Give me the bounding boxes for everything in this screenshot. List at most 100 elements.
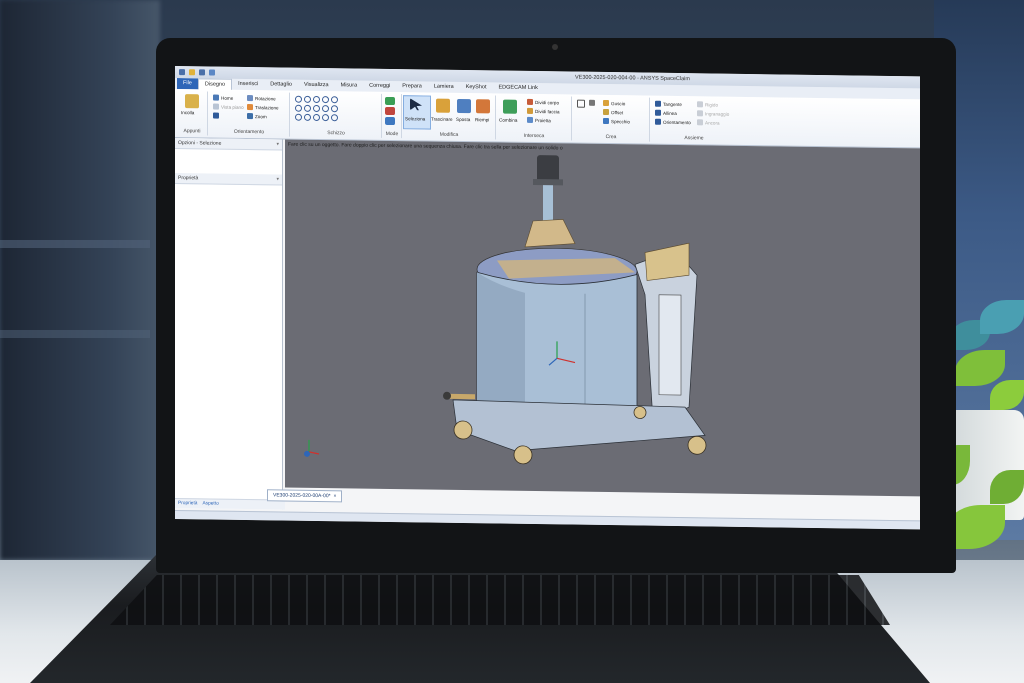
translate-button[interactable]: Traslazione — [247, 104, 279, 111]
offset-label: Offset — [611, 109, 624, 115]
project-icon[interactable] — [331, 114, 338, 122]
shell-icon — [603, 99, 609, 107]
tab-appearance[interactable]: Aspetto — [202, 499, 218, 508]
home-button[interactable]: Home — [213, 94, 233, 101]
anchor-label: Ancora — [705, 119, 720, 126]
arc-icon[interactable] — [313, 95, 320, 104]
ellipse-icon[interactable] — [304, 104, 311, 112]
home-icon — [213, 94, 219, 101]
anchor-icon — [697, 119, 703, 126]
pin-icon[interactable]: ▾ — [276, 174, 279, 184]
line-icon[interactable] — [295, 95, 302, 103]
move-icon[interactable] — [457, 98, 471, 114]
background-bookshelf — [0, 0, 160, 560]
tangent-line-icon[interactable] — [304, 113, 311, 121]
tab-misura[interactable]: Misura — [335, 80, 364, 91]
zoom-icon — [247, 113, 253, 120]
tab-dettaglio[interactable]: Dettaglio — [264, 79, 298, 90]
tab-inserisci[interactable]: Inserisci — [232, 79, 264, 90]
tab-lamiera[interactable]: Lamiera — [428, 82, 460, 93]
rotate-button[interactable]: Rotazione — [247, 95, 276, 102]
open-icon[interactable] — [189, 69, 195, 76]
tab-visualizza[interactable]: Visualizza — [298, 80, 335, 92]
split-face-button[interactable]: Dividi faccia — [527, 107, 560, 114]
spline-icon[interactable] — [322, 96, 329, 104]
save-icon[interactable] — [199, 69, 205, 76]
tab-keyshot[interactable]: KeyShot — [460, 82, 493, 93]
align-button[interactable]: Allinea — [655, 109, 677, 116]
offset-curve-icon[interactable] — [331, 105, 338, 113]
zoom-button[interactable]: Zoom — [247, 113, 267, 120]
tab-file[interactable]: File — [177, 78, 198, 90]
view-cube-button[interactable] — [213, 112, 219, 119]
paste-label: Incolla — [181, 110, 195, 116]
align-label: Allinea — [663, 110, 677, 116]
section-mode-icon[interactable] — [385, 106, 395, 116]
document-title: VE300-2025-020-004-00 - ANSYS SpaceClaim — [575, 74, 690, 83]
offset-button[interactable]: Offset — [603, 108, 624, 116]
structure-panel-title: Opzioni - Selezione — [178, 140, 222, 147]
tab-correggi[interactable]: Correggi — [363, 81, 396, 92]
tab-edgecam-link[interactable]: EDGECAM Link — [492, 82, 543, 94]
close-icon[interactable]: × — [334, 491, 337, 501]
paste-icon[interactable] — [185, 94, 199, 109]
tangent-icon — [655, 100, 661, 107]
quick-access-toolbar[interactable] — [179, 69, 215, 76]
project-icon — [527, 116, 533, 123]
document-tab[interactable]: VE300-2025-020-00A-00* × — [267, 489, 343, 503]
split-face-label: Dividi faccia — [535, 108, 560, 114]
split-body-label: Dividi corpo — [535, 99, 559, 105]
split-face-icon — [527, 107, 533, 114]
orient-button[interactable]: Orientamento — [655, 118, 691, 126]
plane-button[interactable] — [577, 99, 585, 108]
group-interseca: Combina Dividi corpo Dividi faccia Proie… — [497, 95, 572, 141]
background-shelf — [0, 240, 150, 248]
fill-icon[interactable] — [476, 99, 490, 114]
frame-panel — [658, 294, 682, 396]
polygon-icon[interactable] — [313, 104, 320, 113]
pull-icon[interactable] — [436, 98, 450, 113]
paste-button[interactable]: Incolla — [181, 110, 194, 115]
mirror-button[interactable]: Specchio — [603, 117, 630, 125]
tab-properties[interactable]: Proprietà — [178, 499, 197, 508]
plane-icon — [213, 103, 219, 110]
frame-top — [644, 242, 690, 281]
trim-icon[interactable] — [322, 105, 329, 113]
3d-viewport[interactable]: Fare clic su un oggetto. Fare doppio cli… — [285, 139, 920, 497]
group-crea: Guscio Offset Specchio Crea — [573, 96, 650, 142]
undo-icon[interactable] — [209, 69, 215, 76]
orient-label: Orientamento — [663, 119, 691, 125]
slot-icon[interactable] — [313, 113, 320, 122]
rotate-label: Rotazione — [255, 95, 276, 101]
orient-icon — [655, 118, 661, 125]
properties-panel-header: Proprietà ▾ — [175, 173, 282, 186]
bend-icon[interactable] — [322, 114, 329, 122]
rigid-button[interactable]: Rigido — [697, 101, 718, 108]
split-body-button[interactable]: Dividi corpo — [527, 98, 559, 105]
gear-label: Ingranaggio — [705, 110, 730, 117]
axis-button[interactable] — [589, 99, 595, 106]
3d-mode-icon[interactable] — [385, 116, 395, 126]
shell-button[interactable]: Guscio — [603, 99, 625, 107]
select-label: Seleziona — [405, 116, 426, 122]
fillet-icon[interactable] — [295, 113, 302, 121]
rectangle-icon[interactable] — [295, 104, 302, 112]
cad-model[interactable] — [285, 140, 920, 497]
select-button[interactable] — [403, 95, 431, 130]
sketch-mode-icon[interactable] — [385, 96, 395, 106]
point-icon[interactable] — [331, 96, 338, 104]
circle-icon[interactable] — [304, 95, 311, 103]
fill-label: Riempi — [475, 117, 490, 123]
project-button[interactable]: Proietta — [527, 116, 551, 123]
pin-icon[interactable]: ▾ — [276, 139, 279, 149]
tangent-label: Tangente — [663, 101, 682, 107]
combine-icon[interactable] — [503, 99, 517, 114]
anchor-button[interactable]: Ancora — [697, 119, 720, 126]
sketch-tools-grid[interactable] — [295, 95, 338, 122]
tab-prepara[interactable]: Prepara — [396, 81, 428, 92]
gear-button[interactable]: Ingranaggio — [697, 110, 730, 117]
group-modifica: Seleziona Trascinare Sposta Riempi Modif… — [403, 94, 496, 140]
plane-view-button[interactable]: Vista piano — [213, 103, 244, 110]
tangent-button[interactable]: Tangente — [655, 100, 682, 107]
mirror-label: Specchio — [611, 118, 630, 124]
